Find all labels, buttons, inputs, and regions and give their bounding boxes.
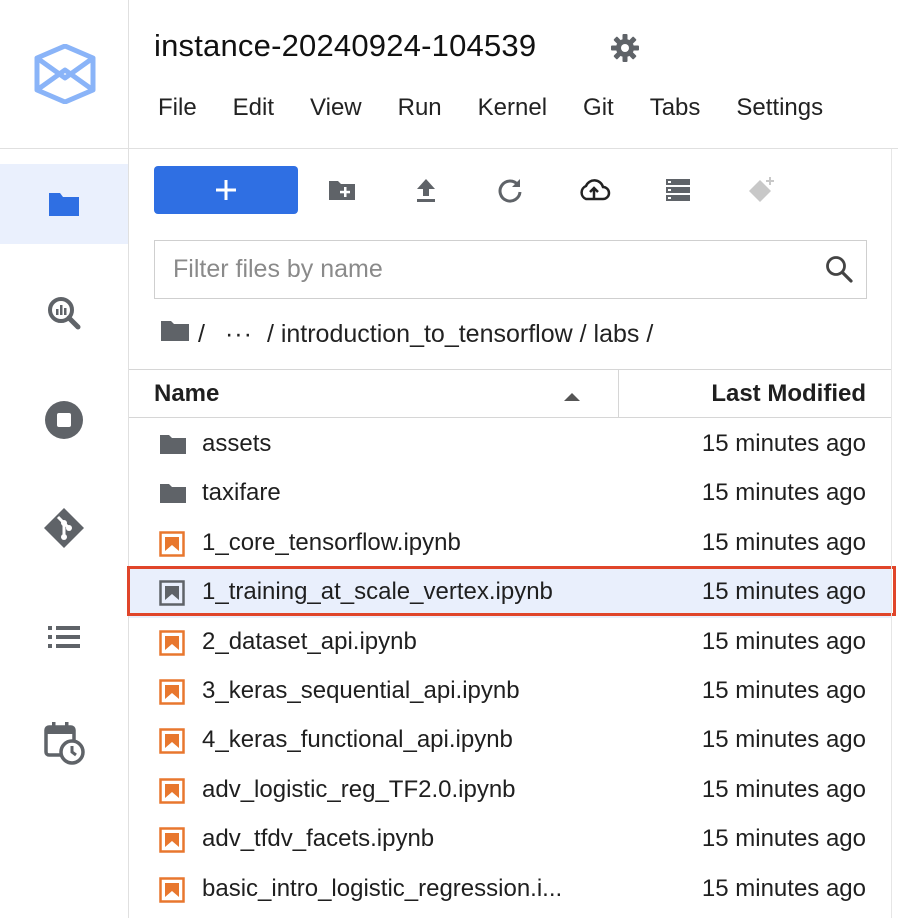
sidebar-item-scheduler[interactable] — [0, 703, 128, 783]
menu-settings[interactable]: Settings — [718, 92, 841, 128]
git-icon — [44, 508, 84, 548]
file-row[interactable]: 1_core_tensorflow.ipynb 15 minutes ago — [129, 519, 891, 568]
menu-bar: File Edit View Run Kernel Git Tabs Setti… — [140, 92, 841, 128]
file-name: adv_tfdv_facets.ipynb — [202, 825, 435, 853]
menu-git[interactable]: Git — [565, 92, 632, 128]
file-listing: assets 15 minutes ago taxifare 15 minutes a… — [129, 420, 891, 914]
cloud-upload-button[interactable] — [576, 172, 612, 208]
git-clone-icon — [749, 177, 774, 202]
gear-icon — [611, 34, 639, 62]
file-last-modified: 15 minutes ago — [701, 479, 866, 507]
logo — [0, 0, 129, 149]
column-header-last-modified[interactable]: Last Modified — [711, 380, 866, 408]
file-last-modified: 15 minutes ago — [701, 726, 866, 754]
file-name: basic_intro_logistic_regression.i... — [202, 874, 563, 902]
file-last-modified: 15 minutes ago — [701, 430, 866, 457]
new-launcher-button[interactable] — [154, 166, 298, 214]
menu-view[interactable]: View — [292, 92, 380, 128]
file-name: adv_logistic_reg_TF2.0.ipynb — [202, 775, 516, 803]
notebook-icon — [159, 531, 185, 562]
sidebar-item-bigquery[interactable] — [0, 273, 128, 353]
scrollbar-track[interactable] — [891, 149, 892, 918]
menu-edit[interactable]: Edit — [215, 92, 292, 128]
file-name: 2_dataset_api.ipynb — [202, 627, 417, 655]
bigquery-search-icon — [48, 297, 81, 330]
file-row[interactable]: adv_tfdv_facets.ipynb 15 minutes ago — [129, 815, 891, 864]
plus-icon — [216, 180, 236, 200]
upload-button[interactable] — [408, 172, 444, 208]
sidebar-item-table-of-contents[interactable] — [0, 597, 128, 677]
refresh-button[interactable] — [492, 172, 528, 208]
breadcrumb-path[interactable]: / introduction_to_tensorflow / labs / — [267, 320, 653, 349]
search-icon — [826, 256, 853, 283]
file-row[interactable]: 4_keras_functional_api.ipynb 15 minutes a… — [129, 716, 891, 765]
sort-ascending-icon[interactable] — [563, 389, 581, 407]
listing-header: Name Last Modified — [129, 369, 891, 418]
storage-button[interactable] — [660, 172, 696, 208]
filter-box — [154, 240, 867, 299]
header-divider — [129, 148, 898, 149]
column-divider[interactable] — [618, 370, 619, 417]
notebook-icon — [159, 580, 185, 611]
folder-icon — [49, 193, 79, 216]
file-name: 1_training_at_scale_vertex.ipynb — [202, 578, 553, 606]
jupyter-logo-icon — [34, 44, 95, 104]
breadcrumb: / ··· / introduction_to_tensorflow / lab… — [160, 318, 653, 350]
file-last-modified: 15 minutes ago — [701, 775, 866, 803]
notebook-icon — [159, 827, 185, 858]
new-folder-button[interactable] — [324, 172, 360, 208]
file-last-modified: 15 minutes ago — [701, 825, 866, 853]
menu-file[interactable]: File — [140, 92, 215, 128]
folder-icon — [161, 320, 189, 341]
file-name: 1_core_tensorflow.ipynb — [202, 528, 461, 556]
file-last-modified: 15 minutes ago — [701, 578, 866, 606]
sidebar-item-running[interactable] — [0, 380, 128, 460]
sidebar-item-file-browser[interactable] — [0, 164, 128, 244]
window-title: instance-20240924-104539 — [154, 28, 537, 63]
file-last-modified: 15 minutes ago — [701, 676, 866, 704]
file-name: taxifare — [202, 479, 281, 507]
notebook-icon — [159, 777, 185, 809]
calendar-clock-icon — [44, 722, 85, 765]
stop-circle-icon — [45, 401, 83, 439]
file-name: 3_keras_sequential_api.ipynb — [202, 676, 520, 704]
file-last-modified: 15 minutes ago — [701, 528, 866, 556]
column-header-name[interactable]: Name — [154, 380, 219, 408]
git-clone-button[interactable] — [744, 172, 780, 208]
notebook-icon — [159, 629, 185, 661]
file-row[interactable]: taxifare 15 minutes ago — [129, 469, 891, 518]
settings-gear-button[interactable] — [610, 33, 640, 68]
file-row[interactable]: 2_dataset_api.ipynb 15 minutes ago — [129, 618, 891, 667]
file-last-modified: 15 minutes ago — [701, 627, 866, 655]
list-icon — [48, 626, 80, 648]
menu-run[interactable]: Run — [380, 92, 460, 128]
upload-icon — [417, 179, 435, 202]
folder-icon — [159, 481, 187, 510]
notebook-icon — [159, 679, 185, 710]
notebook-icon — [159, 728, 185, 759]
folder-icon — [159, 432, 187, 461]
cloud-upload-icon — [580, 179, 611, 201]
file-last-modified: 15 minutes ago — [701, 874, 866, 902]
file-row[interactable]: assets 15 minutes ago — [129, 420, 891, 469]
new-folder-icon — [329, 181, 355, 200]
breadcrumb-root-separator: / — [198, 319, 205, 348]
notebook-icon — [159, 876, 185, 908]
activity-bar — [0, 0, 129, 918]
sidebar-item-git[interactable] — [0, 488, 128, 568]
file-row[interactable]: 1_training_at_scale_vertex.ipynb 15 minut… — [129, 568, 891, 618]
storage-icon — [666, 179, 690, 201]
breadcrumb-home[interactable] — [160, 319, 190, 350]
refresh-icon — [498, 179, 522, 203]
filter-files-input[interactable] — [173, 241, 803, 297]
menu-kernel[interactable]: Kernel — [460, 92, 565, 128]
file-name: assets — [202, 430, 272, 457]
file-name: 4_keras_functional_api.ipynb — [202, 726, 513, 754]
breadcrumb-ellipsis[interactable]: ··· — [225, 320, 253, 349]
file-row[interactable]: basic_intro_logistic_regression.i... 15 m… — [129, 865, 891, 914]
search-button[interactable] — [824, 254, 854, 289]
file-row[interactable]: adv_logistic_reg_TF2.0.ipynb 15 minutes a… — [129, 766, 891, 815]
file-row[interactable]: 3_keras_sequential_api.ipynb 15 minutes a… — [129, 667, 891, 716]
menu-tabs[interactable]: Tabs — [632, 92, 719, 128]
